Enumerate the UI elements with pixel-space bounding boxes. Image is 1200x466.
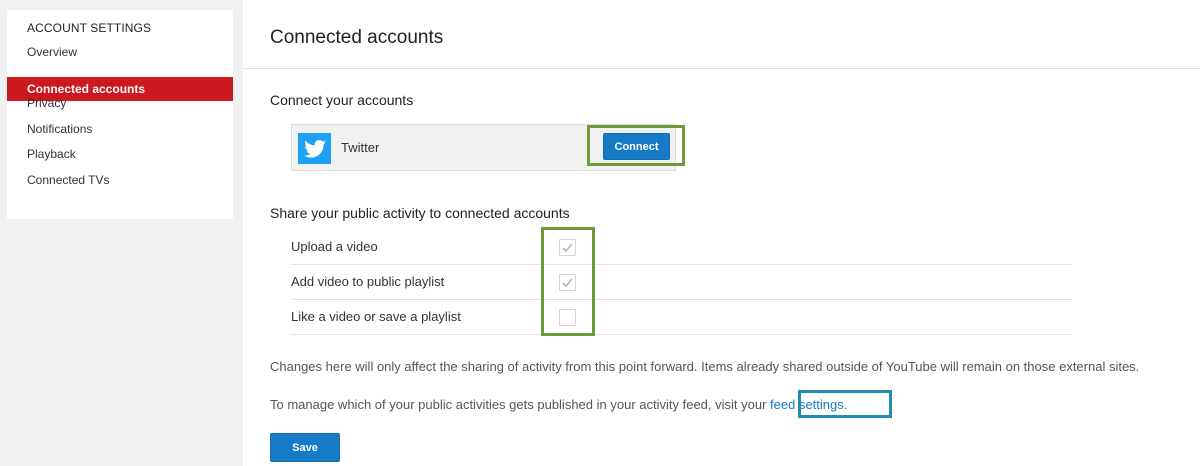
activity-option-row: Add video to public playlist — [291, 265, 1072, 300]
save-button[interactable]: Save — [270, 433, 340, 462]
settings-sidebar: ACCOUNT SETTINGS Overview Connected acco… — [7, 10, 233, 219]
feed-link-highlight-box — [798, 390, 892, 418]
page-title: Connected accounts — [270, 27, 444, 48]
sharing-notice: Changes here will only affect the sharin… — [270, 359, 1140, 374]
checkbox-highlight-box — [541, 227, 595, 336]
sidebar-heading: ACCOUNT SETTINGS — [27, 21, 152, 35]
activity-option-row: Like a video or save a playlist — [291, 300, 1072, 335]
main-content: Connected accounts Connect your accounts… — [243, 0, 1200, 466]
sidebar-item-connected-tvs[interactable]: Connected TVs — [7, 168, 233, 192]
sidebar-item-overview[interactable]: Overview — [7, 40, 233, 64]
share-section-heading: Share your public activity to connected … — [270, 205, 570, 221]
connect-button[interactable]: Connect — [603, 133, 670, 160]
activity-option-label: Add video to public playlist — [291, 274, 445, 289]
sidebar-item-playback[interactable]: Playback — [7, 142, 233, 166]
account-name: Twitter — [341, 140, 380, 155]
feed-settings-prefix: To manage which of your public activitie… — [270, 397, 771, 412]
feed-settings-text: To manage which of your public activitie… — [270, 397, 847, 412]
twitter-bird-icon — [298, 133, 331, 164]
activity-option-label: Like a video or save a playlist — [291, 309, 461, 324]
activity-option-row: Upload a video — [291, 230, 1072, 265]
activity-option-label: Upload a video — [291, 239, 378, 254]
title-divider — [243, 68, 1200, 69]
connect-section-heading: Connect your accounts — [270, 92, 414, 108]
sidebar-item-privacy[interactable]: Privacy — [7, 91, 233, 115]
sidebar-item-notifications[interactable]: Notifications — [7, 117, 233, 141]
